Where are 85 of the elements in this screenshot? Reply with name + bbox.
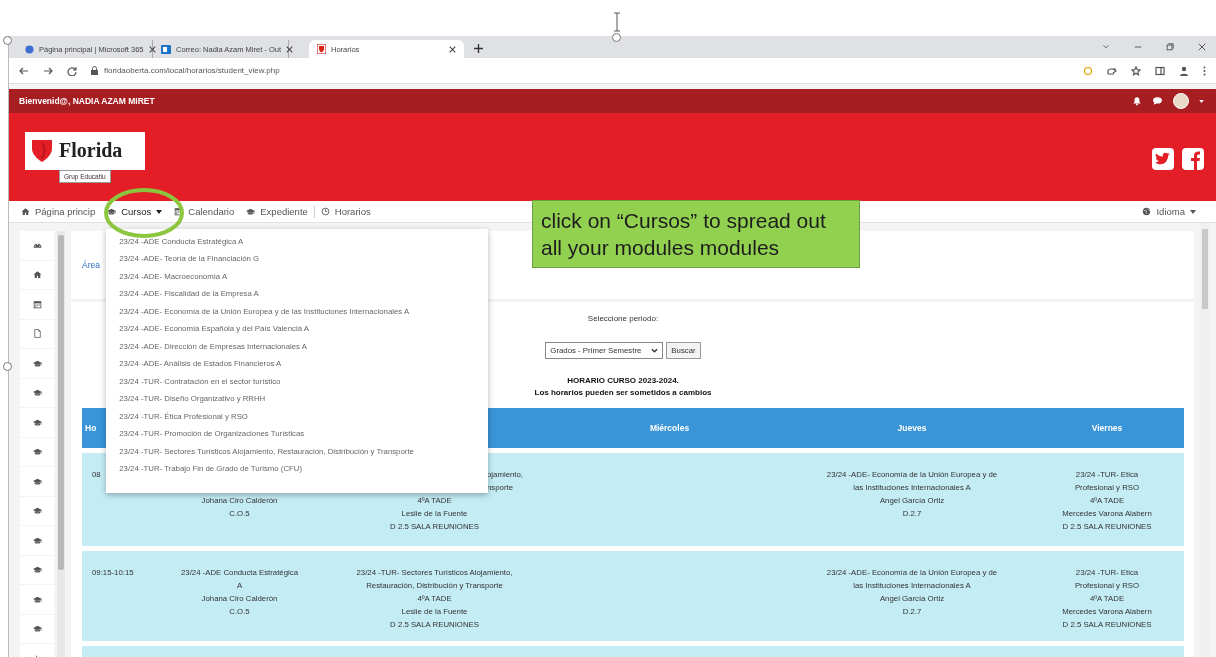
- graduation-cap-icon: [32, 506, 42, 516]
- sidebar-button[interactable]: [20, 614, 54, 643]
- nav-link[interactable]: Página princip: [15, 200, 102, 223]
- column-header: Viernes: [1091, 423, 1123, 433]
- graduation-cap-icon: [32, 417, 42, 427]
- sidebar-button[interactable]: [20, 496, 54, 525]
- more-icon[interactable]: [1203, 65, 1206, 76]
- sidebar-button[interactable]: [20, 260, 54, 289]
- sidebar-button[interactable]: [20, 231, 54, 260]
- breadcrumb-link[interactable]: Área: [82, 260, 100, 270]
- close-icon[interactable]: [148, 45, 156, 53]
- circle-favicon-icon: [25, 44, 34, 54]
- bird-icon[interactable]: [1152, 148, 1174, 170]
- graduation-cap-icon: [32, 447, 42, 457]
- lock-icon[interactable]: [91, 66, 98, 75]
- sidebar-button[interactable]: [20, 349, 54, 378]
- nav-link[interactable]: Calendario: [168, 200, 241, 223]
- new-tab-icon[interactable]: [474, 44, 483, 53]
- graduation-cap-icon: [107, 207, 117, 216]
- share-icon[interactable]: [1107, 65, 1117, 76]
- close-icon[interactable]: [449, 45, 456, 53]
- reload-icon[interactable]: [67, 65, 77, 76]
- nav-link[interactable]: Horarios: [314, 200, 377, 223]
- restore-icon[interactable]: [1166, 43, 1174, 51]
- resize-handle[interactable]: [612, 33, 621, 42]
- graduation-cap-icon: [32, 594, 42, 604]
- sidebar-button[interactable]: [20, 585, 54, 614]
- profile-icon[interactable]: [1179, 65, 1189, 76]
- column-header: Ho: [85, 423, 97, 433]
- chevron-down-icon: [651, 348, 659, 353]
- caret-icon[interactable]: [1199, 99, 1204, 103]
- home-icon: [32, 270, 42, 280]
- column-header: Jueves: [897, 423, 927, 433]
- welcome-text: Bienvenid@, NADIA AZAM MIRET: [19, 96, 155, 106]
- circle-icon[interactable]: [1083, 65, 1093, 76]
- sidebar-button[interactable]: [20, 290, 54, 319]
- graduation-cap-icon: [32, 476, 42, 486]
- mail-favicon-icon: [161, 44, 171, 54]
- chevron-down-icon[interactable]: [1102, 43, 1110, 51]
- globe-icon: [1142, 207, 1152, 216]
- graduation-cap-icon: [32, 388, 42, 398]
- schedule-notice: Los horarios pueden ser sometidos a cambios: [534, 387, 712, 399]
- sidebar-button[interactable]: [20, 319, 54, 348]
- back-icon[interactable]: [19, 65, 29, 76]
- avatar[interactable]: [1173, 93, 1189, 109]
- column-header: Miércoles: [649, 423, 690, 433]
- graduation-cap-icon: [246, 207, 256, 216]
- language-menu[interactable]: Idioma: [1136, 200, 1202, 223]
- graduation-cap-icon: [32, 358, 42, 368]
- annotation-note: click on “Cursos” to spread out all your modules modules: [532, 200, 860, 268]
- graduation-cap-icon: [32, 565, 42, 575]
- resize-handle[interactable]: [3, 362, 12, 371]
- sidebar-button[interactable]: [20, 555, 54, 584]
- scrollbar[interactable]: [57, 231, 65, 657]
- bell-icon[interactable]: [1132, 96, 1142, 106]
- scrollbar[interactable]: [1200, 223, 1210, 657]
- side-panel-icon[interactable]: [1155, 65, 1165, 76]
- forward-icon[interactable]: [43, 65, 53, 76]
- resize-handle[interactable]: [3, 36, 12, 45]
- star-icon[interactable]: [1131, 65, 1141, 76]
- caret-icon: [1190, 209, 1196, 214]
- schedule-title: HORARIO CURSO 2023-2024.: [567, 375, 679, 387]
- graduation-cap-icon: [32, 535, 42, 545]
- sidebar-button[interactable]: [20, 467, 54, 496]
- graduation-cap-icon: [32, 624, 42, 634]
- sidebar-button[interactable]: [20, 437, 54, 466]
- sidebar-button[interactable]: [20, 378, 54, 407]
- chat-icon[interactable]: [1152, 96, 1163, 106]
- caret-icon: [156, 209, 163, 214]
- address-bar[interactable]: floridaoberta.com/local/horarios/student_view.php: [104, 66, 280, 75]
- sidebar-button[interactable]: [20, 526, 54, 555]
- logo-text: Florida: [59, 139, 123, 162]
- clock-icon: [320, 207, 330, 216]
- close-icon[interactable]: [1198, 43, 1206, 51]
- nav-link[interactable]: Expediente: [240, 200, 314, 223]
- text-cursor-icon: [612, 12, 622, 32]
- shield-logo-icon: [31, 138, 53, 163]
- calendar-icon: [32, 299, 42, 309]
- home-icon: [21, 207, 30, 216]
- close-icon[interactable]: [286, 45, 294, 53]
- facebook-icon[interactable]: [1182, 148, 1204, 170]
- shield-favicon-icon: [317, 44, 326, 54]
- file-icon: [32, 329, 42, 339]
- period-label: Seleccione periodo:: [587, 314, 659, 323]
- sidebar-button[interactable]: [20, 408, 54, 437]
